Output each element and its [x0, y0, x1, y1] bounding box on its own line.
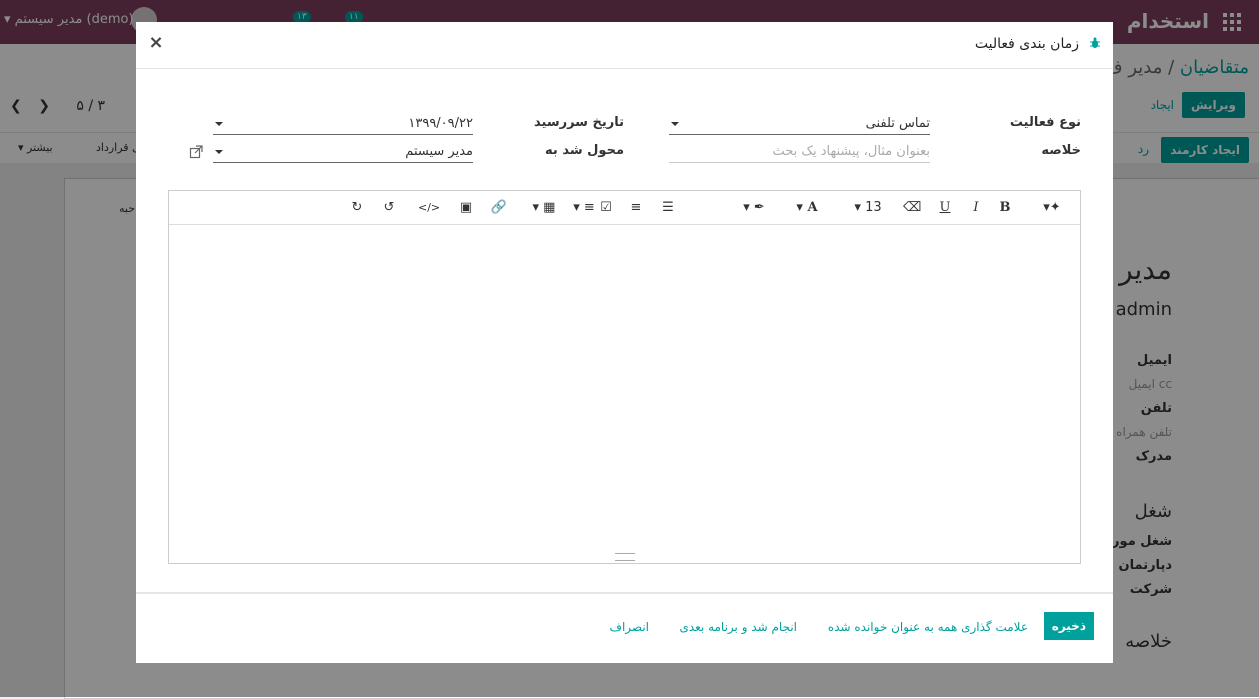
due-date-label: تاریخ سررسید — [534, 115, 624, 130]
font-size-dropdown[interactable]: ▾ 13 — [850, 199, 886, 217]
mark-all-read-button[interactable]: علامت گذاری همه به عنوان خوانده شده — [828, 620, 1028, 634]
bug-icon — [1090, 37, 1100, 48]
code-view-icon[interactable]: </> — [418, 199, 440, 217]
undo-icon[interactable]: ↺ — [380, 199, 398, 217]
activity-type-label: نوع فعالیت — [1009, 115, 1081, 130]
bold-icon[interactable]: B — [997, 199, 1013, 217]
link-icon[interactable]: 🔗 — [490, 199, 508, 217]
font-size-value: 13 — [865, 200, 882, 215]
done-schedule-next-button[interactable]: انجام شد و برنامه بعدی — [679, 620, 797, 634]
dialog-title: زمان بندی فعالیت — [974, 36, 1079, 52]
dialog-header: زمان بندی فعالیت × — [136, 22, 1113, 69]
activity-type-select[interactable]: تماس تلفنی — [669, 114, 930, 135]
schedule-activity-dialog: زمان بندی فعالیت × نوع فعالیت تماس تلفنی… — [136, 22, 1113, 663]
underline-icon[interactable]: U — [937, 199, 953, 217]
summary-input[interactable]: بعنوان مثال، پیشنهاد یک بحث — [669, 142, 930, 163]
magic-wand-icon[interactable]: ▾✦ — [1037, 199, 1067, 217]
save-button[interactable]: ذخیره — [1043, 612, 1094, 640]
checklist-icon[interactable]: ☑ — [597, 199, 615, 217]
image-icon[interactable]: ▣ — [457, 199, 475, 217]
paint-brush-icon[interactable]: ▾ ✒ — [739, 199, 769, 217]
assigned-to-value: مدیر سیستم — [405, 144, 473, 159]
table-dropdown-icon[interactable]: ▾ ▦ — [529, 199, 559, 217]
dialog-footer: ذخیره علامت گذاری همه به عنوان خوانده شد… — [136, 592, 1113, 665]
due-date-value: ۱۳۹۹/۰۹/۲۲ — [408, 116, 473, 131]
chevron-down-icon — [671, 122, 679, 126]
italic-icon[interactable]: I — [968, 199, 984, 217]
chevron-down-icon — [215, 122, 223, 126]
external-link-icon[interactable] — [189, 145, 203, 159]
ordered-list-icon[interactable]: ≡ — [627, 199, 645, 217]
assigned-to-label: محول شد به — [545, 143, 624, 158]
assigned-to-select[interactable]: مدیر سیستم — [213, 142, 473, 163]
redo-icon[interactable]: ↻ — [348, 199, 366, 217]
due-date-input[interactable]: ۱۳۹۹/۰۹/۲۲ — [213, 114, 473, 135]
activity-type-value: تماس تلفنی — [865, 116, 930, 131]
discard-button[interactable]: انصراف — [610, 620, 649, 634]
summary-label: خلاصه — [1041, 143, 1081, 158]
note-editor: ▾✦ B I U ⌫ ▾ 13 ▾ A ▾ ✒ ☰ ≡ ☑ ▾ ≡ ▾ ▦ 🔗 … — [168, 190, 1081, 564]
resize-handle[interactable] — [615, 553, 635, 561]
eraser-icon[interactable]: ⌫ — [903, 199, 921, 217]
unordered-list-icon[interactable]: ☰ — [659, 199, 677, 217]
close-icon[interactable]: × — [146, 32, 166, 53]
font-color-icon[interactable]: ▾ A — [792, 199, 822, 217]
align-dropdown-icon[interactable]: ▾ ≡ — [569, 199, 599, 217]
summary-placeholder: بعنوان مثال، پیشنهاد یک بحث — [772, 144, 930, 159]
editor-toolbar: ▾✦ B I U ⌫ ▾ 13 ▾ A ▾ ✒ ☰ ≡ ☑ ▾ ≡ ▾ ▦ 🔗 … — [169, 191, 1080, 225]
chevron-down-icon — [215, 150, 223, 154]
